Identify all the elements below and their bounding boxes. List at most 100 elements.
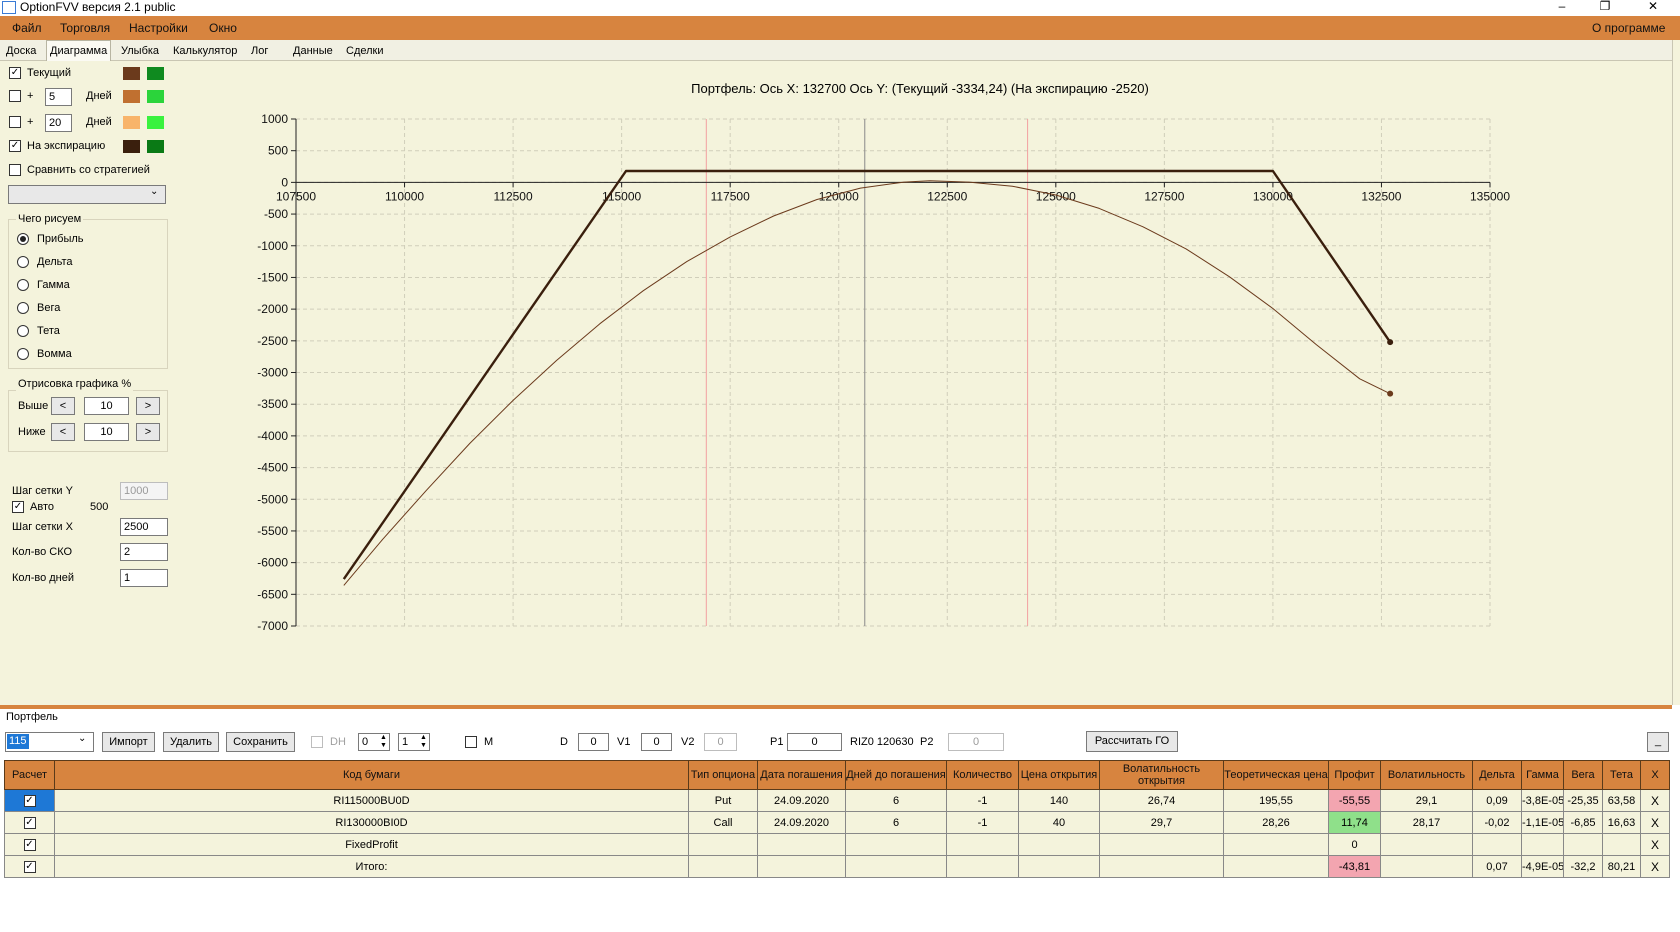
p1-input[interactable]: 0 [787, 733, 842, 751]
import-button[interactable]: Импорт [102, 732, 155, 752]
plus20-checkbox[interactable] [9, 116, 21, 128]
d-input[interactable]: 0 [578, 733, 609, 751]
minimize-panel-button[interactable]: _ [1647, 732, 1669, 752]
row-calc-cell[interactable]: ✓ [4, 811, 55, 834]
col-type[interactable]: Тип опциона [688, 760, 758, 790]
radio-delta[interactable] [17, 256, 29, 268]
draw-group [8, 219, 168, 369]
tab-deals[interactable]: Сделки [343, 42, 387, 61]
col-delta[interactable]: Дельта [1472, 760, 1522, 790]
table-row[interactable]: ✓ FixedProfit 0 X [4, 833, 1670, 856]
below-prev-button[interactable]: < [51, 423, 75, 441]
tab-log[interactable]: Лог [248, 42, 271, 61]
row-calc-cell[interactable]: ✓ [4, 855, 55, 878]
menu-bar [0, 16, 1680, 40]
delete-button[interactable]: Удалить [163, 732, 219, 752]
radio-gamma[interactable] [17, 279, 29, 291]
expiration-color-swatch[interactable] [123, 140, 140, 153]
row-remove-button[interactable]: X [1640, 855, 1670, 878]
expiration-checkbox[interactable]: ✓ [9, 140, 21, 152]
menu-trading[interactable]: Торговля [60, 16, 110, 40]
tab-smile[interactable]: Улыбка [118, 42, 162, 61]
radio-theta[interactable] [17, 325, 29, 337]
compare-checkbox[interactable] [9, 164, 21, 176]
x-tick-label: 127500 [1144, 189, 1184, 203]
radio-vomma[interactable] [17, 348, 29, 360]
radio-vega[interactable] [17, 302, 29, 314]
plus5-color-swatch[interactable] [123, 90, 140, 103]
days-input[interactable]: 1 [120, 569, 168, 587]
dh-checkbox[interactable] [311, 736, 323, 748]
sko-input[interactable]: 2 [120, 543, 168, 561]
col-date[interactable]: Дата погашения [757, 760, 846, 790]
row-calc-cell[interactable]: ✓ [4, 789, 55, 812]
current-color-swatch-2[interactable] [147, 67, 164, 80]
auto-checkbox[interactable]: ✓ [12, 501, 24, 513]
radio-profit[interactable] [17, 233, 29, 245]
spin2-arrows-icon[interactable]: ▲ ▼ [420, 734, 427, 750]
menu-about[interactable]: О программе [1592, 16, 1665, 40]
save-button[interactable]: Сохранить [226, 732, 295, 752]
below-next-button[interactable]: > [136, 423, 160, 441]
col-x[interactable]: X [1640, 760, 1670, 790]
row-remove-button[interactable]: X [1640, 811, 1670, 834]
table-row[interactable]: ✓ RI115000BU0D Put 24.09.2020 6 -1 140 26,74 195… [4, 789, 1670, 812]
col-vol[interactable]: Волатильность [1380, 760, 1473, 790]
row-calc-checkbox[interactable]: ✓ [23, 794, 36, 807]
row-remove-button[interactable]: X [1640, 789, 1670, 812]
current-color-swatch[interactable] [123, 67, 140, 80]
tab-calculator[interactable]: Калькулятор [170, 42, 240, 61]
below-input[interactable]: 10 [84, 423, 129, 441]
col-vega[interactable]: Вега [1563, 760, 1603, 790]
spin1-arrows-icon[interactable]: ▲ ▼ [380, 734, 387, 750]
col-calc[interactable]: Расчет [4, 760, 55, 790]
row-calc-checkbox[interactable]: ✓ [23, 838, 36, 851]
v2-input[interactable]: 0 [704, 733, 737, 751]
col-open-vol[interactable]: Волатильность открытия [1099, 760, 1224, 790]
col-open-price[interactable]: Цена открытия [1018, 760, 1100, 790]
p2-input[interactable]: 0 [948, 733, 1004, 751]
menu-file[interactable]: Файл [12, 16, 42, 40]
row-calc-checkbox[interactable]: ✓ [23, 860, 36, 873]
col-code[interactable]: Код бумаги [54, 760, 689, 790]
tab-board[interactable]: Доска [3, 42, 39, 61]
menu-window[interactable]: Окно [209, 16, 237, 40]
expiration-color-swatch-2[interactable] [147, 140, 164, 153]
above-prev-button[interactable]: < [51, 397, 75, 415]
col-profit[interactable]: Профит [1328, 760, 1381, 790]
row-calc-checkbox[interactable]: ✓ [23, 816, 36, 829]
row-calc-cell[interactable]: ✓ [4, 833, 55, 856]
above-input[interactable]: 10 [84, 397, 129, 415]
col-theo[interactable]: Теоретическая цена [1223, 760, 1329, 790]
grid-x-input[interactable]: 2500 [120, 518, 168, 536]
tab-diagram[interactable]: Диаграмма [46, 40, 112, 61]
v1-input[interactable]: 0 [641, 733, 672, 751]
col-days[interactable]: Дней до погашения [845, 760, 947, 790]
plus20-color-swatch-2[interactable] [147, 116, 164, 129]
close-button[interactable]: ✕ [1643, 0, 1663, 12]
col-theta[interactable]: Тета [1602, 760, 1641, 790]
restore-button[interactable]: ❐ [1595, 0, 1615, 12]
plus5-color-swatch-2[interactable] [147, 90, 164, 103]
menu-settings[interactable]: Настройки [129, 16, 188, 40]
above-next-button[interactable]: > [136, 397, 160, 415]
y-tick-label: -4000 [257, 429, 288, 443]
row-remove-button[interactable]: X [1640, 833, 1670, 856]
strategy-select[interactable] [8, 185, 166, 204]
plus20-days-input[interactable]: 20 [45, 114, 72, 132]
render-group-title: Отрисовка графика % [16, 377, 134, 391]
grid-y-input[interactable]: 1000 [120, 482, 168, 500]
calc-go-button[interactable]: Рассчитать ГО [1086, 731, 1178, 752]
m-checkbox[interactable] [465, 736, 477, 748]
y-tick-label: 0 [281, 175, 288, 189]
current-checkbox[interactable]: ✓ [9, 67, 21, 79]
plus5-checkbox[interactable] [9, 90, 21, 102]
plus20-color-swatch[interactable] [123, 116, 140, 129]
minimize-button[interactable]: – [1552, 0, 1572, 12]
plus5-days-input[interactable]: 5 [45, 88, 72, 106]
tab-data[interactable]: Данные [290, 42, 336, 61]
table-row[interactable]: ✓ Итого: -43,81 0,07 -4,9E-05 -32,2 80,21 X [4, 855, 1670, 878]
table-row[interactable]: ✓ RI130000BI0D Call 24.09.2020 6 -1 40 29,7 28,2… [4, 811, 1670, 834]
col-gamma[interactable]: Гамма [1521, 760, 1564, 790]
col-qty[interactable]: Количество [946, 760, 1019, 790]
